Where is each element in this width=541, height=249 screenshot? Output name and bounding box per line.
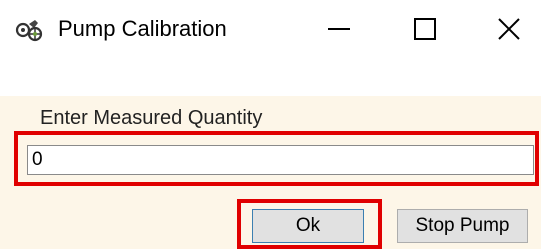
close-icon (497, 17, 521, 46)
window-title: Pump Calibration (58, 16, 227, 41)
quantity-label: Enter Measured Quantity (40, 107, 263, 129)
ok-button[interactable]: Ok (252, 209, 364, 243)
minimize-button[interactable] (305, 0, 373, 62)
pump-icon (14, 15, 44, 45)
close-button[interactable] (475, 0, 541, 62)
measured-quantity-input[interactable] (27, 145, 534, 175)
maximize-button[interactable] (391, 0, 459, 62)
minimize-icon (327, 17, 351, 46)
stop-pump-button[interactable]: Stop Pump (397, 209, 528, 243)
maximize-icon (413, 17, 437, 46)
dialog-content: Enter Measured Quantity Ok Stop Pump (0, 96, 541, 249)
title-bar[interactable]: Pump Calibration (0, 0, 541, 68)
